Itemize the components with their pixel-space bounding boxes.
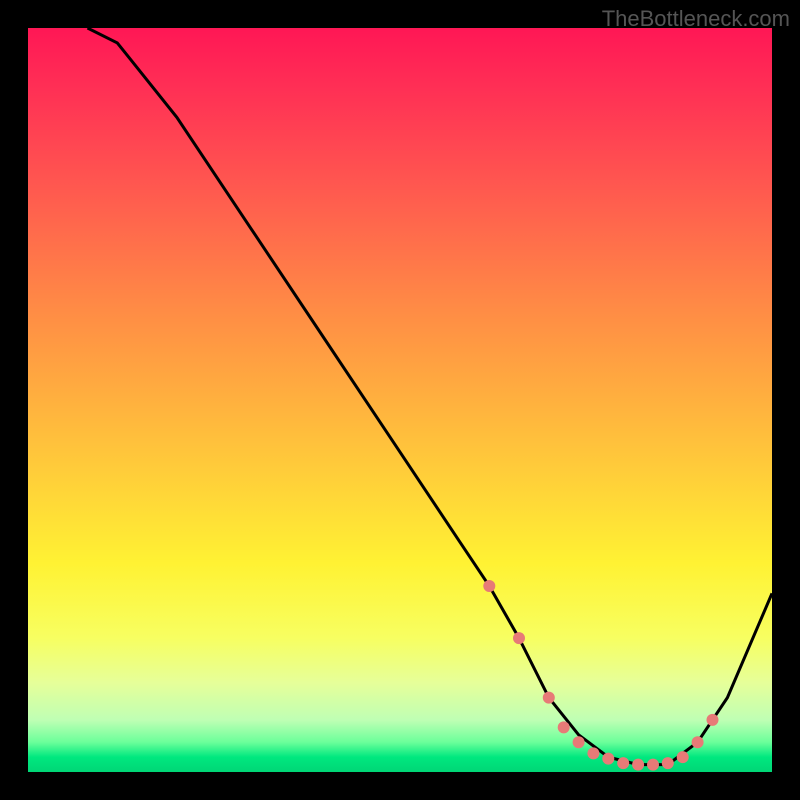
curve-line [88, 28, 773, 765]
highlight-dot [677, 751, 689, 763]
highlight-dot [602, 753, 614, 765]
highlight-dot [587, 747, 599, 759]
highlight-dot [573, 736, 585, 748]
highlight-dot [647, 759, 659, 771]
chart-svg [28, 28, 772, 772]
highlight-dot [513, 632, 525, 644]
highlight-dot [543, 692, 555, 704]
curve-path-group [88, 28, 773, 765]
highlight-dot [632, 759, 644, 771]
highlight-dot [617, 757, 629, 769]
watermark-text: TheBottleneck.com [602, 6, 790, 32]
highlight-dot [662, 757, 674, 769]
highlight-dot [692, 736, 704, 748]
highlight-dot [707, 714, 719, 726]
highlight-dot [558, 721, 570, 733]
plot-area [28, 28, 772, 772]
marker-group [483, 580, 718, 771]
highlight-dot [483, 580, 495, 592]
